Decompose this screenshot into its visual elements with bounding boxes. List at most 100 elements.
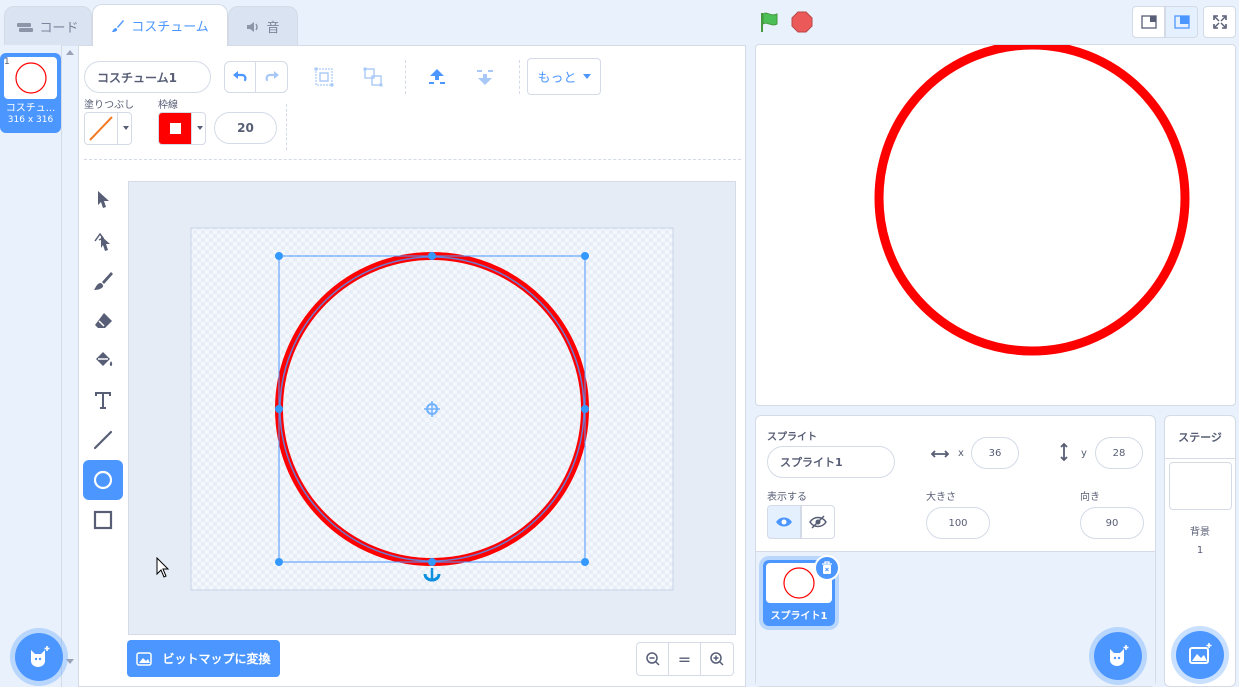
fill-label: 塗りつぶし [84,100,135,111]
tab-sounds-label: 音 [266,21,280,36]
redo-button[interactable] [256,61,288,93]
eye-hidden-icon [809,515,827,529]
line-icon [93,430,113,450]
more-menu-button[interactable]: もっと [527,58,601,95]
zoom-reset-button[interactable]: = [669,642,701,676]
size-input[interactable]: 100 [926,507,990,539]
toolbar-divider [519,60,520,94]
choose-sprite-button[interactable] [1094,632,1142,680]
speaker-icon [247,21,259,32]
y-input[interactable]: 28 [1095,437,1143,469]
fill-tool[interactable] [83,340,123,380]
direction-input[interactable]: 90 [1080,507,1144,539]
fullscreen-icon [1212,15,1227,29]
select-tool[interactable] [83,180,123,220]
circle-tool[interactable] [83,460,123,500]
reshape-icon [94,232,110,251]
forward-icon [429,69,445,84]
sprite-info: スプライト スプライト1 x 36 y 28 表示する 大きさ 100 向き 9… [756,416,1155,552]
tab-code[interactable]: コード [4,6,92,46]
large-stage-button[interactable] [1165,6,1198,38]
direction-label: 向き [1080,492,1100,503]
outline-width-input[interactable]: 20 [214,112,277,144]
paint-editor: コスチューム1 もっと 塗りつぶし 枠線 20 ビットマップに変換 = [78,45,746,687]
mouse-cursor-icon [156,557,170,578]
fullscreen-button[interactable] [1203,6,1236,38]
undo-button[interactable] [224,61,256,93]
stage[interactable] [755,44,1236,406]
backdrop-add-icon [1189,643,1212,664]
zoom-out-button[interactable] [636,642,669,676]
small-stage-button[interactable] [1132,6,1165,38]
costume-list [0,45,62,687]
fill-color-picker[interactable] [84,112,132,145]
backward-icon [477,70,493,85]
tab-costumes[interactable]: コスチューム [92,4,228,46]
toolbar-bottom-divider [84,159,741,160]
costume-list-scrollbar[interactable] [64,48,76,668]
convert-to-bitmap-button[interactable]: ビットマップに変換 [127,640,280,677]
redo-icon [265,71,279,82]
sprite-list: スプライト1 [756,552,1155,686]
eye-icon [776,517,792,527]
x-input[interactable]: 36 [971,437,1019,469]
outline-color-picker[interactable] [158,112,206,145]
show-visible-button[interactable] [767,505,801,539]
sprite-info-panel: スプライト スプライト1 x 36 y 28 表示する 大きさ 100 向き 9… [755,415,1156,687]
text-tool[interactable] [83,380,123,420]
forward-button[interactable] [423,63,451,91]
cat-add-icon [1110,645,1129,666]
sprite-label: スプライト [767,432,817,443]
choose-costume-button[interactable] [15,633,63,681]
rectangle-tool[interactable] [83,500,123,540]
large-stage-icon [1173,15,1190,29]
eraser-tool[interactable] [83,301,123,341]
tab-costumes-label: コスチューム [131,20,209,35]
outline-label: 枠線 [158,100,178,111]
outline-color-swatch [159,113,191,144]
costume-name: コスチュ... [5,103,56,114]
stop-icon [791,11,813,33]
ungroup-button[interactable] [360,64,386,90]
toolbar-divider [286,104,287,150]
caret-down-icon [582,73,591,79]
costume-name-input[interactable]: コスチューム1 [84,61,211,93]
stage-selector-panel[interactable]: ステージ 背景 1 [1164,415,1236,687]
undo-icon [233,71,247,82]
green-flag-icon [761,12,778,32]
y-label: y [1081,448,1087,459]
delete-sprite-button[interactable] [814,555,840,581]
zoom-in-button[interactable] [701,642,734,676]
stage-sprite-circle[interactable] [874,45,1190,356]
group-button[interactable] [311,64,337,90]
y-arrows-icon [1060,443,1068,461]
reshape-tool[interactable] [83,222,123,262]
canvas-area[interactable] [128,181,736,635]
cat-add-icon [31,646,50,667]
line-tool[interactable] [83,420,123,460]
caret-down-icon [123,126,129,130]
trash-icon [822,561,832,574]
choose-backdrop-button[interactable] [1176,631,1224,679]
backdrop-label: 背景 [1190,527,1210,538]
convert-to-bitmap-label: ビットマップに変換 [162,652,271,666]
size-label: 大きさ [926,492,956,503]
costume-thumbnail [4,57,57,99]
bitmap-icon [136,651,153,666]
show-hidden-button[interactable] [801,505,835,539]
backdrop-thumbnail[interactable] [1169,462,1232,510]
zoom-reset-label: = [677,649,692,669]
backdrop-count: 1 [1196,545,1204,556]
sprite-name-input[interactable]: スプライト1 [767,446,895,478]
backward-button[interactable] [471,63,499,91]
rectangle-icon [93,510,113,530]
brush-tool[interactable] [83,261,123,301]
x-label: x [958,448,964,459]
more-menu-label: もっと [537,71,577,86]
stop-button[interactable] [790,10,814,34]
tab-sounds[interactable]: 音 [228,6,298,46]
brush-icon [112,19,125,32]
caret-down-icon [197,126,203,130]
zoom-in-icon [710,652,724,666]
green-flag-button[interactable] [758,10,782,34]
